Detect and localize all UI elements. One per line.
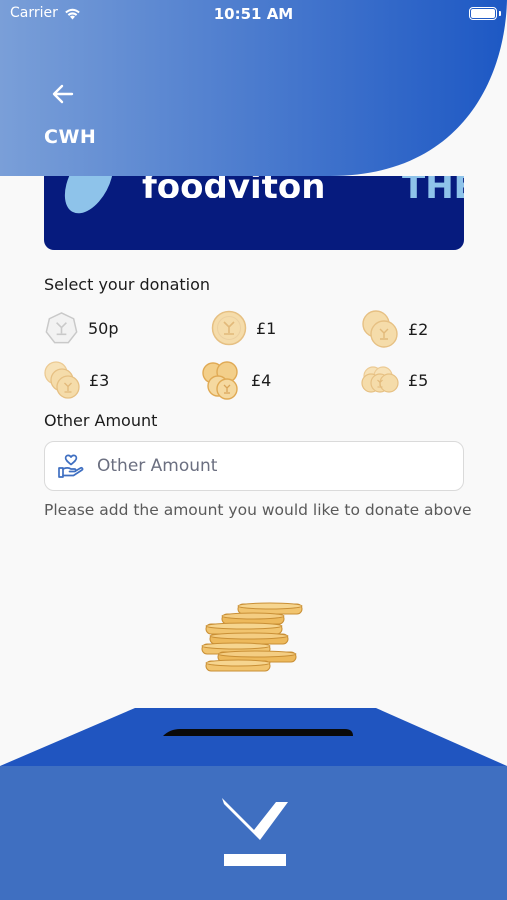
donation-option-1[interactable]: £1 xyxy=(211,309,276,347)
donation-option-3[interactable]: £3 xyxy=(44,361,109,399)
other-amount-input[interactable] xyxy=(95,455,439,477)
status-bar: Carrier 10:51 AM xyxy=(0,0,507,28)
other-amount-hint: Please add the amount you would like to … xyxy=(44,501,472,519)
donation-box-top xyxy=(0,708,507,766)
charity-banner: foodviton THE UK xyxy=(44,176,464,250)
other-amount-field[interactable] xyxy=(44,441,464,491)
coin-triple-icon xyxy=(44,361,80,399)
donation-section-label: Select your donation xyxy=(44,275,211,294)
donation-option-label: £4 xyxy=(251,370,272,390)
battery-tip xyxy=(499,11,501,16)
status-time: 10:51 AM xyxy=(213,5,294,23)
coin-stack-icon xyxy=(361,366,399,393)
coin-double-icon xyxy=(362,310,398,348)
banner-text-accent: THE UK xyxy=(402,176,464,198)
page-title: CWH xyxy=(44,126,97,148)
donation-option-label: £1 xyxy=(256,318,277,338)
donation-option-label: £3 xyxy=(89,370,110,390)
banner-leaf-icon xyxy=(54,176,124,222)
coin-single-icon xyxy=(211,310,247,346)
donation-option-50p[interactable]: 50p xyxy=(44,311,119,346)
donation-option-label: £2 xyxy=(408,319,429,339)
other-amount-label: Other Amount xyxy=(44,411,158,430)
donation-option-2[interactable]: £2 xyxy=(361,309,428,349)
donation-option-label: £5 xyxy=(408,370,429,390)
donate-hand-icon xyxy=(58,454,84,478)
app-logo-icon xyxy=(222,798,288,866)
coin-quad-icon xyxy=(202,361,238,400)
back-button[interactable] xyxy=(50,82,78,106)
coin-50p-icon xyxy=(45,312,78,344)
donation-option-5[interactable]: £5 xyxy=(361,364,428,396)
donation-option-label: 50p xyxy=(88,319,119,338)
falling-coins-illustration xyxy=(201,602,303,672)
banner-text-main: foodviton xyxy=(142,176,326,198)
donation-option-4[interactable]: £4 xyxy=(202,360,271,400)
battery-icon xyxy=(469,7,497,20)
